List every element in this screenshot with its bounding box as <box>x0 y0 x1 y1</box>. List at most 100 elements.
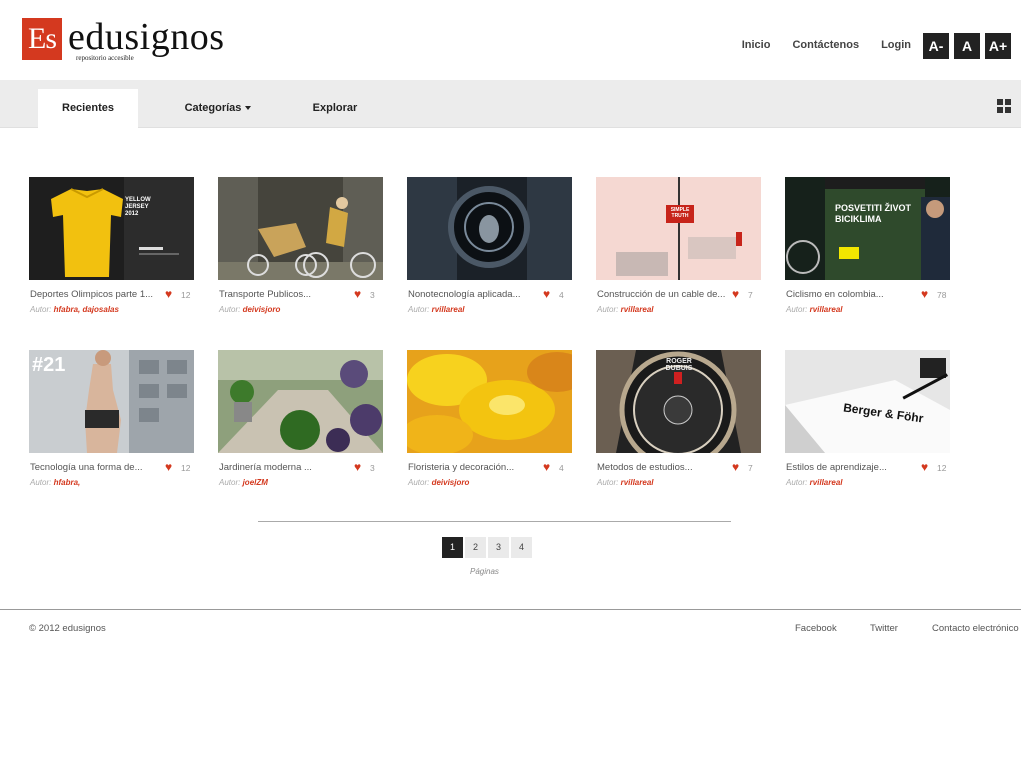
gallery-card[interactable]: SIMPLE TRUTH Construcción de un cable de… <box>596 177 761 314</box>
heart-icon[interactable]: ♥ <box>543 461 555 473</box>
page-button-4[interactable]: 4 <box>511 537 532 558</box>
page-button-2[interactable]: 2 <box>465 537 486 558</box>
thumbnail-image[interactable] <box>407 350 572 453</box>
gallery-card[interactable]: Nonotecnología aplicada... ♥ 4 Autor: rv… <box>407 177 572 314</box>
gallery-card[interactable]: ROGER DUBUIS Metodos de estudios... ♥ 7 … <box>596 350 761 487</box>
card-title[interactable]: Transporte Publicos... <box>219 289 311 300</box>
footer-link-facebook[interactable]: Facebook <box>795 623 837 634</box>
heart-icon[interactable]: ♥ <box>921 461 933 473</box>
page-button-3[interactable]: 3 <box>488 537 509 558</box>
logo-mark: Es <box>22 18 62 60</box>
card-author: Autor: joelZM <box>219 478 268 487</box>
decrease-font-button[interactable]: A- <box>923 33 949 59</box>
tab-recientes-label: Recientes <box>62 102 114 114</box>
thumbnail-image[interactable]: YELLOW JERSEY 2012 <box>29 177 194 280</box>
card-title[interactable]: Construcción de un cable de... <box>597 289 725 300</box>
author-label: Autor: <box>408 305 430 314</box>
card-author: Autor: rvillareal <box>786 305 843 314</box>
reset-font-button[interactable]: A <box>954 33 980 59</box>
nav-link-contactenos[interactable]: Contáctenos <box>792 39 859 51</box>
increase-font-button[interactable]: A+ <box>985 33 1011 59</box>
footer-copyright: © 2012 edusignos <box>29 623 106 634</box>
author-names[interactable]: deivisjoro <box>243 305 281 314</box>
pagination-label: Páginas <box>470 567 499 576</box>
heart-icon[interactable]: ♥ <box>354 288 366 300</box>
gallery-card[interactable]: Jardinería moderna ... ♥ 3 Autor: joelZM <box>218 350 383 487</box>
author-names[interactable]: rvillareal <box>621 305 654 314</box>
like-count: 7 <box>748 290 753 300</box>
heart-icon[interactable]: ♥ <box>354 461 366 473</box>
gallery-card[interactable]: YELLOW JERSEY 2012 Deportes Olimpicos pa… <box>29 177 194 314</box>
gallery-card[interactable]: Transporte Publicos... ♥ 3 Autor: deivis… <box>218 177 383 314</box>
thumbnail-image[interactable]: Berger & Föhr <box>785 350 950 453</box>
heart-icon[interactable]: ♥ <box>543 288 555 300</box>
tab-categorias[interactable]: Categorías <box>168 89 268 128</box>
caret-down-icon <box>245 106 252 111</box>
gallery-card[interactable]: POSVETITI ŽIVOT BICIKLIMA Ciclismo en co… <box>785 177 950 314</box>
author-names[interactable]: rvillareal <box>810 305 843 314</box>
author-names[interactable]: hfabra, <box>54 478 81 487</box>
card-title[interactable]: Deportes Olimpicos parte 1... <box>30 289 153 300</box>
card-author: Autor: rvillareal <box>597 305 654 314</box>
author-names[interactable]: deivisjoro <box>432 478 470 487</box>
pagination-divider <box>258 521 731 522</box>
nav-link-login[interactable]: Login <box>881 39 911 51</box>
author-names[interactable]: joelZM <box>243 478 268 487</box>
author-label: Autor: <box>408 478 430 487</box>
thumb-caption: #21 <box>32 354 66 376</box>
tab-explorar[interactable]: Explorar <box>285 89 385 128</box>
footer-link-twitter[interactable]: Twitter <box>870 623 898 634</box>
gallery-card[interactable]: Berger & Föhr Estilos de aprendizaje... … <box>785 350 950 487</box>
heart-icon[interactable]: ♥ <box>165 461 177 473</box>
thumbnail-image[interactable] <box>218 350 383 453</box>
card-title[interactable]: Metodos de estudios... <box>597 462 693 473</box>
logo-name: edusignos <box>68 16 225 58</box>
card-title[interactable]: Estilos de aprendizaje... <box>786 462 887 473</box>
site-logo[interactable]: Es edusignos repositorio accesible <box>22 16 225 62</box>
like-count: 3 <box>370 290 375 300</box>
author-names[interactable]: rvillareal <box>810 478 843 487</box>
author-label: Autor: <box>597 305 619 314</box>
thumbnail-image[interactable]: #21 <box>29 350 194 453</box>
nav-link-inicio[interactable]: Inicio <box>742 39 771 51</box>
header: Es edusignos repositorio accesible Inici… <box>0 0 1024 80</box>
font-size-controls: A- A A+ <box>923 33 1011 59</box>
card-title[interactable]: Nonotecnología aplicada... <box>408 289 521 300</box>
card-title[interactable]: Ciclismo en colombia... <box>786 289 884 300</box>
footer-link-contact[interactable]: Contacto electrónico <box>932 623 1019 634</box>
page-button-1[interactable]: 1 <box>442 537 463 558</box>
like-count: 3 <box>370 463 375 473</box>
heart-icon[interactable]: ♥ <box>732 461 744 473</box>
thumbnail-image[interactable]: ROGER DUBUIS <box>596 350 761 453</box>
card-author: Autor: hfabra, <box>30 478 80 487</box>
author-names[interactable]: rvillareal <box>621 478 654 487</box>
card-title[interactable]: Tecnología una forma de... <box>30 462 143 473</box>
author-label: Autor: <box>597 478 619 487</box>
pagination: 1 2 3 4 <box>442 537 532 558</box>
like-count: 12 <box>181 290 191 300</box>
tab-recientes[interactable]: Recientes <box>38 89 138 128</box>
author-label: Autor: <box>219 478 241 487</box>
author-names[interactable]: hfabra, dajosalas <box>54 305 119 314</box>
thumbnail-image[interactable]: SIMPLE TRUTH <box>596 177 761 280</box>
thumbnail-image[interactable] <box>218 177 383 280</box>
gallery-card[interactable]: #21 Tecnología una forma de... ♥ 12 Auto… <box>29 350 194 487</box>
main-tabs: Recientes Categorías Explorar <box>0 80 1021 128</box>
gallery-card[interactable]: Floristeria y decoración... ♥ 4 Autor: d… <box>407 350 572 487</box>
thumbnail-image[interactable]: POSVETITI ŽIVOT BICIKLIMA <box>785 177 950 280</box>
card-author: Autor: rvillareal <box>408 305 465 314</box>
author-names[interactable]: rvillareal <box>432 305 465 314</box>
heart-icon[interactable]: ♥ <box>165 288 177 300</box>
card-title[interactable]: Jardinería moderna ... <box>219 462 312 473</box>
heart-icon[interactable]: ♥ <box>732 288 744 300</box>
like-count: 12 <box>181 463 191 473</box>
tab-categorias-label: Categorías <box>184 102 242 114</box>
heart-icon[interactable]: ♥ <box>921 288 933 300</box>
card-author: Autor: rvillareal <box>597 478 654 487</box>
grid-view-icon[interactable] <box>997 99 1011 113</box>
card-title[interactable]: Floristeria y decoración... <box>408 462 514 473</box>
thumb-caption: ROGER DUBUIS <box>665 358 693 372</box>
thumb-caption: YELLOW JERSEY 2012 <box>125 197 151 217</box>
author-label: Autor: <box>30 305 52 314</box>
thumbnail-image[interactable] <box>407 177 572 280</box>
